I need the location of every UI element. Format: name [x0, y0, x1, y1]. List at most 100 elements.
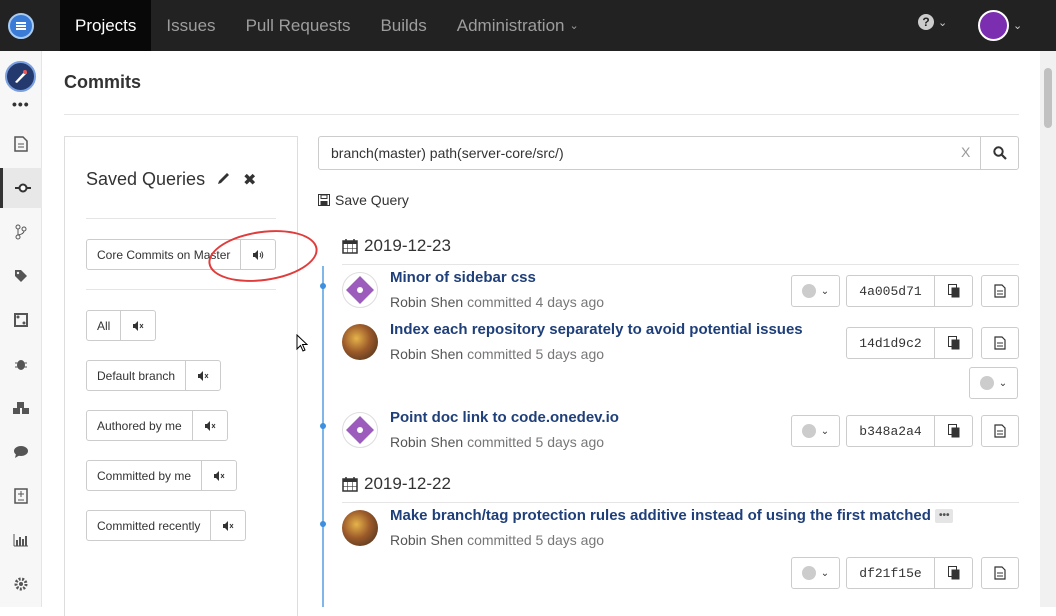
saved-query-label[interactable]: All [87, 311, 122, 340]
chevron-down-icon: ⌄ [820, 567, 830, 579]
saved-query-default-branch[interactable]: Default branch [86, 360, 222, 391]
chevron-down-icon: ⌄ [938, 16, 948, 29]
status-dot-icon [801, 424, 816, 438]
commit-hash-button[interactable]: 14d1d9c2 [846, 327, 973, 359]
gear-icon[interactable] [0, 564, 42, 604]
speaker-mute-icon[interactable] [202, 461, 236, 490]
floppy-disk-icon [318, 194, 330, 206]
author-link[interactable]: Robin Shen [390, 346, 463, 362]
saved-query-label[interactable]: Authored by me [87, 411, 193, 440]
commit-hash-button[interactable]: 4a005d71 [846, 275, 973, 307]
commit-title-link[interactable]: Make branch/tag protection rules additiv… [390, 507, 954, 524]
scrollbar[interactable] [1040, 51, 1056, 607]
user-avatar [978, 10, 1009, 41]
project-avatar[interactable] [5, 61, 36, 92]
build-status-dropdown[interactable]: ⌄ [791, 557, 840, 589]
page-title: Commits [64, 72, 142, 92]
comments-icon[interactable] [0, 432, 42, 472]
saved-query-label[interactable]: Committed by me [87, 461, 203, 490]
search-button[interactable] [980, 136, 1019, 170]
calendar-icon [342, 477, 358, 492]
file-icon[interactable] [0, 124, 42, 164]
speaker-mute-icon[interactable] [193, 411, 227, 440]
saved-query-committed-recently[interactable]: Committed recently [86, 510, 247, 541]
author-avatar[interactable] [342, 272, 378, 308]
statistics-icon[interactable] [0, 520, 42, 560]
author-link[interactable]: Robin Shen [390, 532, 463, 548]
code-review-icon[interactable] [0, 476, 42, 516]
branch-icon[interactable] [0, 212, 42, 252]
copy-icon[interactable] [935, 416, 972, 446]
tag-icon[interactable] [0, 256, 42, 296]
speaker-mute-icon[interactable] [186, 361, 220, 390]
user-menu[interactable]: ⌄ [978, 10, 1022, 41]
search-icon [992, 146, 1007, 160]
close-icon[interactable]: ✖ [243, 170, 256, 190]
build-status-dropdown[interactable]: ⌄ [791, 415, 840, 447]
chevron-down-icon: ⌄ [820, 285, 830, 297]
commit-meta: Robin Shen committed 5 days ago [390, 434, 605, 450]
commit-title-link[interactable]: Index each repository separately to avoi… [390, 321, 803, 338]
commit-timeline [322, 266, 324, 607]
project-sidebar: ••• [0, 51, 42, 607]
build-status-dropdown[interactable]: ⌄ [969, 367, 1018, 399]
speaker-mute-icon[interactable] [121, 311, 155, 340]
copy-icon[interactable] [935, 328, 972, 358]
browse-files-button[interactable] [981, 275, 1019, 307]
timeline-dot [320, 521, 326, 527]
nav-issues[interactable]: Issues [151, 0, 230, 51]
nav-projects[interactable]: Projects [60, 0, 152, 51]
author-link[interactable]: Robin Shen [390, 434, 463, 450]
copy-icon[interactable] [935, 558, 972, 588]
saved-query-label[interactable]: Committed recently [87, 511, 212, 540]
browse-files-button[interactable] [981, 327, 1019, 359]
bug-icon[interactable] [0, 344, 42, 384]
chevron-down-icon: ⌄ [569, 20, 579, 32]
clear-query-button[interactable]: X [961, 144, 970, 160]
author-avatar[interactable] [342, 412, 378, 448]
save-query-button[interactable]: Save Query [318, 192, 409, 208]
file-icon [994, 336, 1006, 350]
main-nav: Projects Issues Pull Requests Builds Adm… [60, 0, 594, 51]
commit-hash-button[interactable]: df21f15e [846, 557, 973, 589]
commit-hash-button[interactable]: b348a2a4 [846, 415, 973, 447]
logo-icon [8, 12, 34, 39]
commit-date-header: 2019-12-22 [342, 474, 451, 494]
nav-administration[interactable]: Administration ⌄ [442, 0, 594, 51]
saved-query-authored-by-me[interactable]: Authored by me [86, 410, 228, 441]
more-icon[interactable]: ••• [12, 96, 30, 112]
timeline-dot [320, 423, 326, 429]
build-status-dropdown[interactable]: ⌄ [791, 275, 840, 307]
author-avatar[interactable] [342, 510, 378, 546]
pull-request-icon[interactable] [0, 300, 42, 340]
saved-query-committed-by-me[interactable]: Committed by me [86, 460, 238, 491]
author-link[interactable]: Robin Shen [390, 294, 463, 310]
commit-date-header: 2019-12-23 [342, 236, 451, 256]
saved-query-label[interactable]: Default branch [87, 361, 187, 390]
file-icon [994, 424, 1006, 438]
browse-files-button[interactable] [981, 557, 1019, 589]
divider [342, 264, 1019, 265]
onedev-logo[interactable] [0, 0, 42, 51]
browse-files-button[interactable] [981, 415, 1019, 447]
pencil-icon[interactable] [217, 171, 231, 190]
commit-query-input[interactable]: branch(master) path(server-core/src/) [318, 136, 981, 170]
status-dot-icon [801, 566, 816, 580]
nav-builds[interactable]: Builds [365, 0, 441, 51]
cubes-icon[interactable] [0, 388, 42, 428]
author-avatar[interactable] [342, 324, 378, 360]
scrollbar-thumb[interactable] [1044, 68, 1052, 128]
top-navbar: Projects Issues Pull Requests Builds Adm… [0, 0, 1056, 51]
divider [86, 218, 276, 219]
nav-pull-requests[interactable]: Pull Requests [231, 0, 366, 51]
calendar-icon [342, 239, 358, 254]
help-menu[interactable]: ? ⌄ [918, 14, 947, 30]
commit-icon[interactable] [0, 168, 42, 208]
saved-query-all[interactable]: All [86, 310, 157, 341]
commit-title-link[interactable]: Minor of sidebar css [390, 269, 536, 286]
commit-title-link[interactable]: Point doc link to code.onedev.io [390, 409, 619, 426]
copy-icon[interactable] [935, 276, 972, 306]
expand-message-button[interactable]: ••• [934, 509, 954, 524]
file-icon [994, 284, 1006, 298]
speaker-mute-icon[interactable] [211, 511, 245, 540]
